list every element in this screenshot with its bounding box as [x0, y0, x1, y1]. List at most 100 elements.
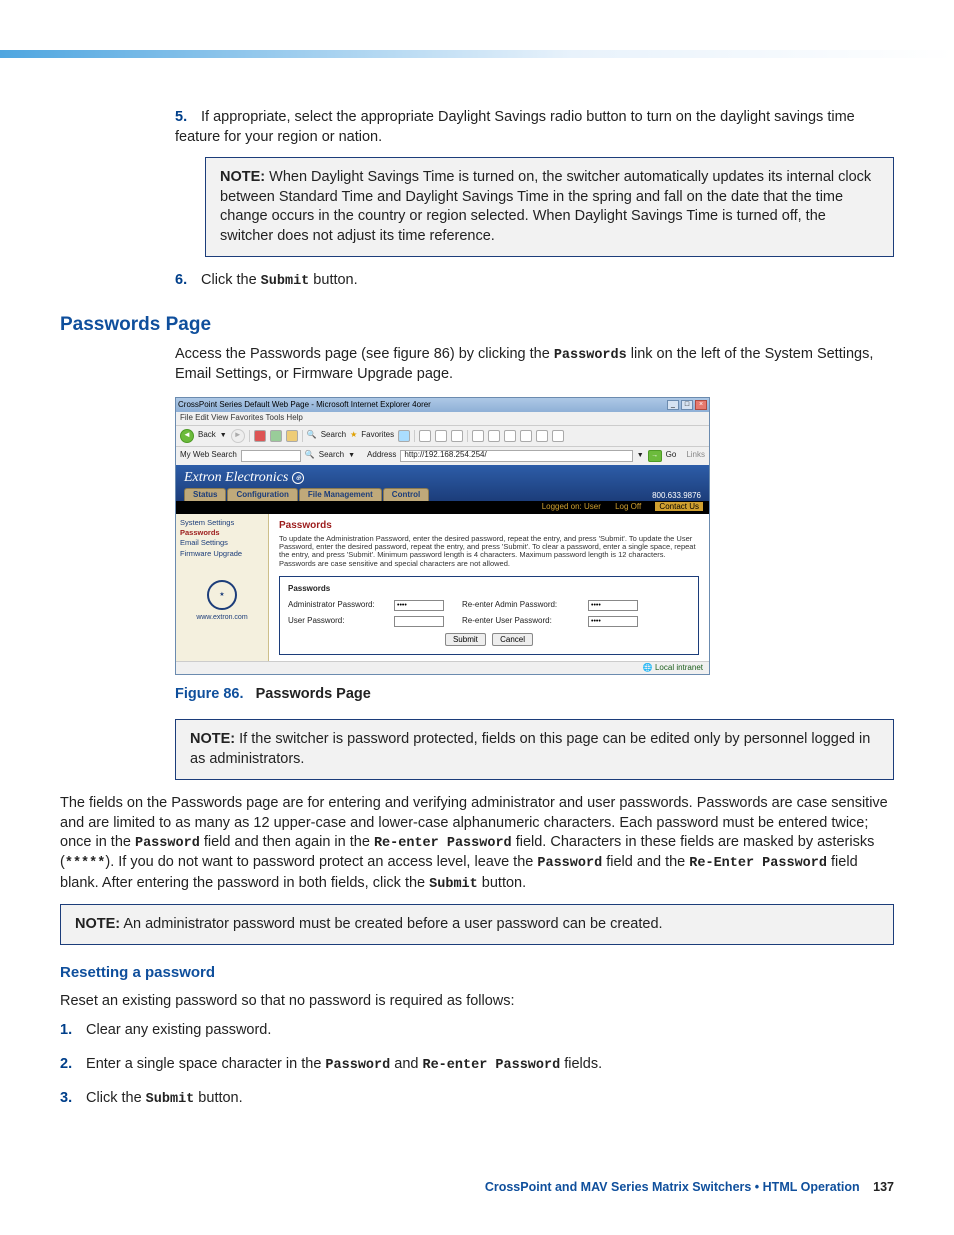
tab-control[interactable]: Control [383, 488, 429, 501]
step-num: 5. [175, 108, 197, 128]
page-footer: CrossPoint and MAV Series Matrix Switche… [60, 1179, 894, 1196]
phone-number: 800.633.9876 [652, 492, 701, 501]
window-titlebar: CrossPoint Series Default Web Page - Mic… [176, 398, 709, 412]
step-num: 2. [60, 1055, 82, 1075]
stop-icon[interactable] [254, 430, 266, 442]
tab-status[interactable]: Status [184, 488, 226, 501]
tool-icon[interactable] [536, 430, 548, 442]
home-icon[interactable] [286, 430, 298, 442]
panel-header: Passwords [288, 585, 690, 594]
tool-icon[interactable] [552, 430, 564, 442]
tool-icon[interactable] [472, 430, 484, 442]
passwords-panel: Passwords Administrator Password: Re-ent… [279, 576, 699, 655]
body-para: The fields on the Passwords page are for… [60, 794, 894, 894]
subsection-resetting: Resetting a password [60, 963, 894, 983]
menubar[interactable]: File Edit View Favorites Tools Help [176, 412, 709, 425]
edit-icon[interactable] [451, 430, 463, 442]
step-num: 6. [175, 271, 197, 291]
admin-pw-input[interactable] [394, 600, 444, 611]
sidebar-logo: ★ www.extron.com [180, 579, 264, 624]
print-icon[interactable] [435, 430, 447, 442]
note-text: When Daylight Savings Time is turned on,… [220, 169, 871, 244]
tool-icon[interactable] [504, 430, 516, 442]
step-text: Clear any existing password. [86, 1022, 271, 1038]
note-box-daylight: NOTE: When Daylight Savings Time is turn… [205, 157, 894, 257]
my-web-search-input[interactable] [241, 450, 301, 462]
submit-button[interactable]: Submit [445, 633, 486, 646]
back-button[interactable]: ◄ [180, 429, 194, 443]
tab-file-management[interactable]: File Management [299, 488, 382, 501]
admin-pw-re-input[interactable] [588, 600, 638, 611]
brand: Extron Electronics ⊕ [184, 470, 701, 485]
go-button[interactable]: → [648, 450, 662, 462]
user-bar: Logged on: User Log Off Contact Us [176, 501, 709, 514]
main-title: Passwords [279, 520, 699, 531]
contact-us-link[interactable]: Contact Us [655, 502, 703, 511]
reset-step-2: 2. Enter a single space character in the… [60, 1055, 894, 1075]
min-icon[interactable]: _ [667, 400, 679, 410]
back-label[interactable]: Back [198, 431, 216, 440]
note-label: NOTE: [220, 169, 265, 185]
status-text: Local intranet [655, 663, 703, 672]
reset-steps: 1. Clear any existing password. 2. Enter… [60, 1021, 894, 1109]
search-label[interactable]: Search [321, 431, 346, 440]
submit-mono: Submit [261, 274, 310, 289]
page-header: Extron Electronics ⊕ Status Configuratio… [176, 465, 709, 501]
header-stripe [0, 50, 954, 58]
note-label: NOTE: [190, 731, 235, 747]
links-label[interactable]: Links [686, 451, 705, 460]
toolbar-row-1: ◄ Back ▼ ► 🔍Search ★Favorites [176, 425, 709, 446]
note-label: NOTE: [75, 916, 120, 932]
step-text-before: Click the [201, 272, 261, 288]
address-input[interactable]: http://192.168.254.254/ [400, 450, 632, 462]
main-intro: To update the Administration Password, e… [279, 535, 699, 568]
close-icon[interactable]: × [695, 400, 707, 410]
sidebar-item-firmware-upgrade[interactable]: Firmware Upgrade [180, 549, 264, 559]
main-panel: Passwords To update the Administration P… [268, 514, 709, 661]
log-off-link[interactable]: Log Off [615, 502, 641, 511]
step-5: 5. If appropriate, select the appropriat… [175, 108, 894, 257]
admin-row: Administrator Password: Re-enter Admin P… [288, 600, 690, 611]
globe-icon: ⊕ [292, 472, 304, 484]
sidebar-item-email-settings[interactable]: Email Settings [180, 538, 264, 548]
note-text: If the switcher is password protected, f… [190, 731, 870, 767]
panel-buttons: Submit Cancel [288, 633, 690, 646]
search2-label[interactable]: Search [319, 451, 344, 460]
passwords-link-mono: Passwords [554, 348, 627, 363]
screenshot-passwords-page: CrossPoint Series Default Web Page - Mic… [175, 397, 710, 675]
refresh-icon[interactable] [270, 430, 282, 442]
zone-icon: 🌐 [643, 663, 655, 672]
tool-icon[interactable] [520, 430, 532, 442]
reset-intro: Reset an existing password so that no pa… [60, 992, 894, 1012]
favorites-label[interactable]: Favorites [361, 431, 394, 440]
note-box-admin-first: NOTE: An administrator password must be … [60, 904, 894, 946]
user-row: User Password: Re-enter User Password: [288, 616, 690, 627]
sidebar-item-passwords[interactable]: Passwords [180, 528, 264, 538]
nav-tabs: Status Configuration File Management Con… [184, 488, 429, 501]
logged-on: Logged on: User [542, 502, 601, 511]
footer-title: CrossPoint and MAV Series Matrix Switche… [485, 1180, 860, 1194]
reset-step-3: 3. Click the Submit button. [60, 1089, 894, 1109]
content: 5. If appropriate, select the appropriat… [175, 108, 894, 292]
note-box-admin-only: NOTE: If the switcher is password protec… [175, 719, 894, 780]
user-pw-re-input[interactable] [588, 616, 638, 627]
step-num: 3. [60, 1089, 82, 1109]
page-body: System Settings Passwords Email Settings… [176, 514, 709, 661]
user-pw-label: User Password: [288, 617, 388, 626]
step-text-after: button. [309, 272, 357, 288]
max-icon[interactable]: □ [681, 400, 693, 410]
figure-caption: Figure 86. Passwords Page [175, 685, 894, 705]
sidebar-item-system-settings[interactable]: System Settings [180, 518, 264, 528]
forward-button[interactable]: ► [231, 429, 245, 443]
seal-icon: ★ [207, 580, 237, 610]
mail-icon[interactable] [419, 430, 431, 442]
reset-step-1: 1. Clear any existing password. [60, 1021, 894, 1041]
tab-configuration[interactable]: Configuration [227, 488, 297, 501]
cancel-button[interactable]: Cancel [492, 633, 533, 646]
sidebar-url[interactable]: www.extron.com [180, 613, 264, 623]
my-web-search-label: My Web Search [180, 451, 237, 460]
history-icon[interactable] [398, 430, 410, 442]
user-pw-input[interactable] [394, 616, 444, 627]
tool-icon[interactable] [488, 430, 500, 442]
address-label: Address [367, 451, 396, 460]
